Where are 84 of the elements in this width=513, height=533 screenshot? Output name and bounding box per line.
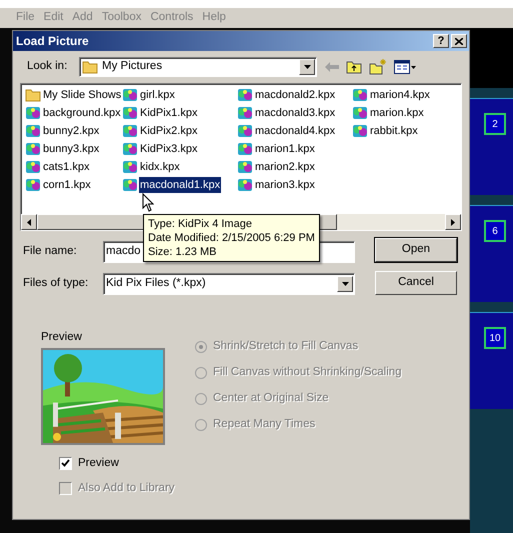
open-button[interactable]: Open bbox=[375, 238, 457, 262]
list-entry[interactable]: My Slide Shows bbox=[42, 86, 122, 104]
paint-file-icon bbox=[122, 141, 138, 157]
file-name-label: File name: bbox=[23, 244, 78, 260]
look-in-dropdown[interactable]: My Pictures bbox=[79, 57, 317, 77]
dropdown-button[interactable] bbox=[299, 59, 315, 75]
checkbox-label: Preview bbox=[78, 456, 119, 471]
paint-file-icon bbox=[122, 177, 138, 193]
paint-file-icon bbox=[25, 123, 41, 139]
files-of-type-label: Files of type: bbox=[23, 276, 90, 292]
list-entry[interactable]: marion3.kpx bbox=[254, 176, 316, 194]
list-entry[interactable]: marion1.kpx bbox=[254, 140, 316, 158]
list-entry[interactable]: bunny2.kpx bbox=[42, 122, 100, 140]
paint-file-icon bbox=[25, 105, 41, 121]
cancel-button[interactable]: Cancel bbox=[375, 271, 457, 295]
number-badge[interactable]: 2 bbox=[484, 113, 506, 135]
paint-file-icon bbox=[352, 123, 368, 139]
list-entry[interactable]: macdonald4.kpx bbox=[254, 122, 336, 140]
list-entry[interactable]: girl.kpx bbox=[139, 86, 176, 104]
paint-file-icon bbox=[352, 87, 368, 103]
paint-file-icon bbox=[237, 159, 253, 175]
scroll-right-icon[interactable] bbox=[451, 218, 455, 226]
checkbox-label: Also Add to Library bbox=[78, 480, 175, 496]
number-badge[interactable]: 6 bbox=[484, 220, 506, 242]
paint-file-icon bbox=[122, 87, 138, 103]
option-label: Center at Original Size bbox=[213, 390, 329, 406]
tooltip-line: Date Modified: 2/15/2005 6:29 PM bbox=[148, 231, 315, 245]
number-badge[interactable]: 10 bbox=[484, 327, 506, 349]
option-label: Repeat Many Times bbox=[213, 416, 316, 432]
list-entry[interactable]: marion4.kpx bbox=[369, 86, 431, 104]
option-label: Fill Canvas without Shrinking/Scaling bbox=[213, 364, 402, 380]
paint-file-icon bbox=[237, 105, 253, 121]
list-entry[interactable]: marion.kpx bbox=[369, 104, 425, 122]
paint-file-icon bbox=[25, 159, 41, 175]
help-button[interactable]: ? bbox=[433, 34, 449, 48]
file-name-value: macdo bbox=[106, 244, 141, 260]
files-of-type-value: Kid Pix Files (*.kpx) bbox=[106, 276, 206, 292]
mouse-pointer-icon bbox=[142, 193, 154, 212]
paint-file-icon bbox=[122, 159, 138, 175]
list-entry[interactable]: macdonald1.kpx bbox=[139, 176, 222, 194]
list-entry[interactable]: macdonald2.kpx bbox=[254, 86, 336, 104]
look-in-value: My Pictures bbox=[102, 59, 162, 74]
checkbox[interactable] bbox=[59, 456, 72, 470]
list-entry[interactable]: KidPix2.kpx bbox=[139, 122, 198, 140]
tooltip-line: Type: KidPix 4 Image bbox=[148, 217, 253, 231]
new-folder-icon[interactable] bbox=[369, 59, 387, 75]
close-button[interactable] bbox=[451, 34, 467, 48]
paint-file-icon bbox=[122, 123, 138, 139]
paint-file-icon bbox=[237, 123, 253, 139]
paint-file-icon bbox=[25, 141, 41, 157]
tooltip-line: Size: 1.23 MB bbox=[148, 245, 218, 259]
dropdown-arrow-icon bbox=[411, 66, 416, 68]
list-entry[interactable]: rabbit.kpx bbox=[369, 122, 419, 140]
up-folder-icon[interactable] bbox=[346, 60, 362, 74]
paint-file-icon bbox=[352, 105, 368, 121]
paint-file-icon bbox=[237, 87, 253, 103]
dropdown-arrow-icon bbox=[342, 282, 348, 286]
dropdown-arrow-icon bbox=[304, 65, 310, 69]
files-of-type-dropdown[interactable]: Kid Pix Files (*.kpx) bbox=[103, 273, 355, 295]
list-entry[interactable]: KidPix3.kpx bbox=[139, 140, 198, 158]
dropdown-button[interactable] bbox=[337, 276, 353, 292]
list-entry[interactable]: cats1.kpx bbox=[42, 158, 90, 176]
list-entry[interactable]: KidPix1.kpx bbox=[139, 104, 198, 122]
close-icon bbox=[455, 38, 463, 44]
folder-icon bbox=[25, 88, 41, 102]
option-label: Shrink/Stretch to Fill Canvas bbox=[213, 338, 358, 354]
file-list[interactable] bbox=[20, 83, 462, 231]
look-in-label: Look in: bbox=[27, 59, 68, 74]
list-entry[interactable]: corn1.kpx bbox=[42, 176, 92, 194]
paint-file-icon bbox=[237, 141, 253, 157]
list-entry[interactable]: bunny3.kpx bbox=[42, 140, 100, 158]
list-entry[interactable]: background.kpx bbox=[42, 104, 122, 122]
paint-file-icon bbox=[237, 177, 253, 193]
scroll-left-icon[interactable] bbox=[27, 218, 31, 226]
list-entry[interactable]: marion2.kpx bbox=[254, 158, 316, 176]
paint-file-icon bbox=[122, 105, 138, 121]
preview-label: Preview bbox=[41, 330, 83, 345]
list-view-icon bbox=[394, 60, 410, 74]
paint-file-icon bbox=[25, 177, 41, 193]
list-entry[interactable]: macdonald3.kpx bbox=[254, 104, 336, 122]
window-title: Load Picture bbox=[15, 33, 89, 50]
list-entry[interactable]: kidx.kpx bbox=[139, 158, 181, 176]
folder-icon bbox=[82, 60, 98, 74]
view-menu-button[interactable] bbox=[394, 60, 416, 74]
